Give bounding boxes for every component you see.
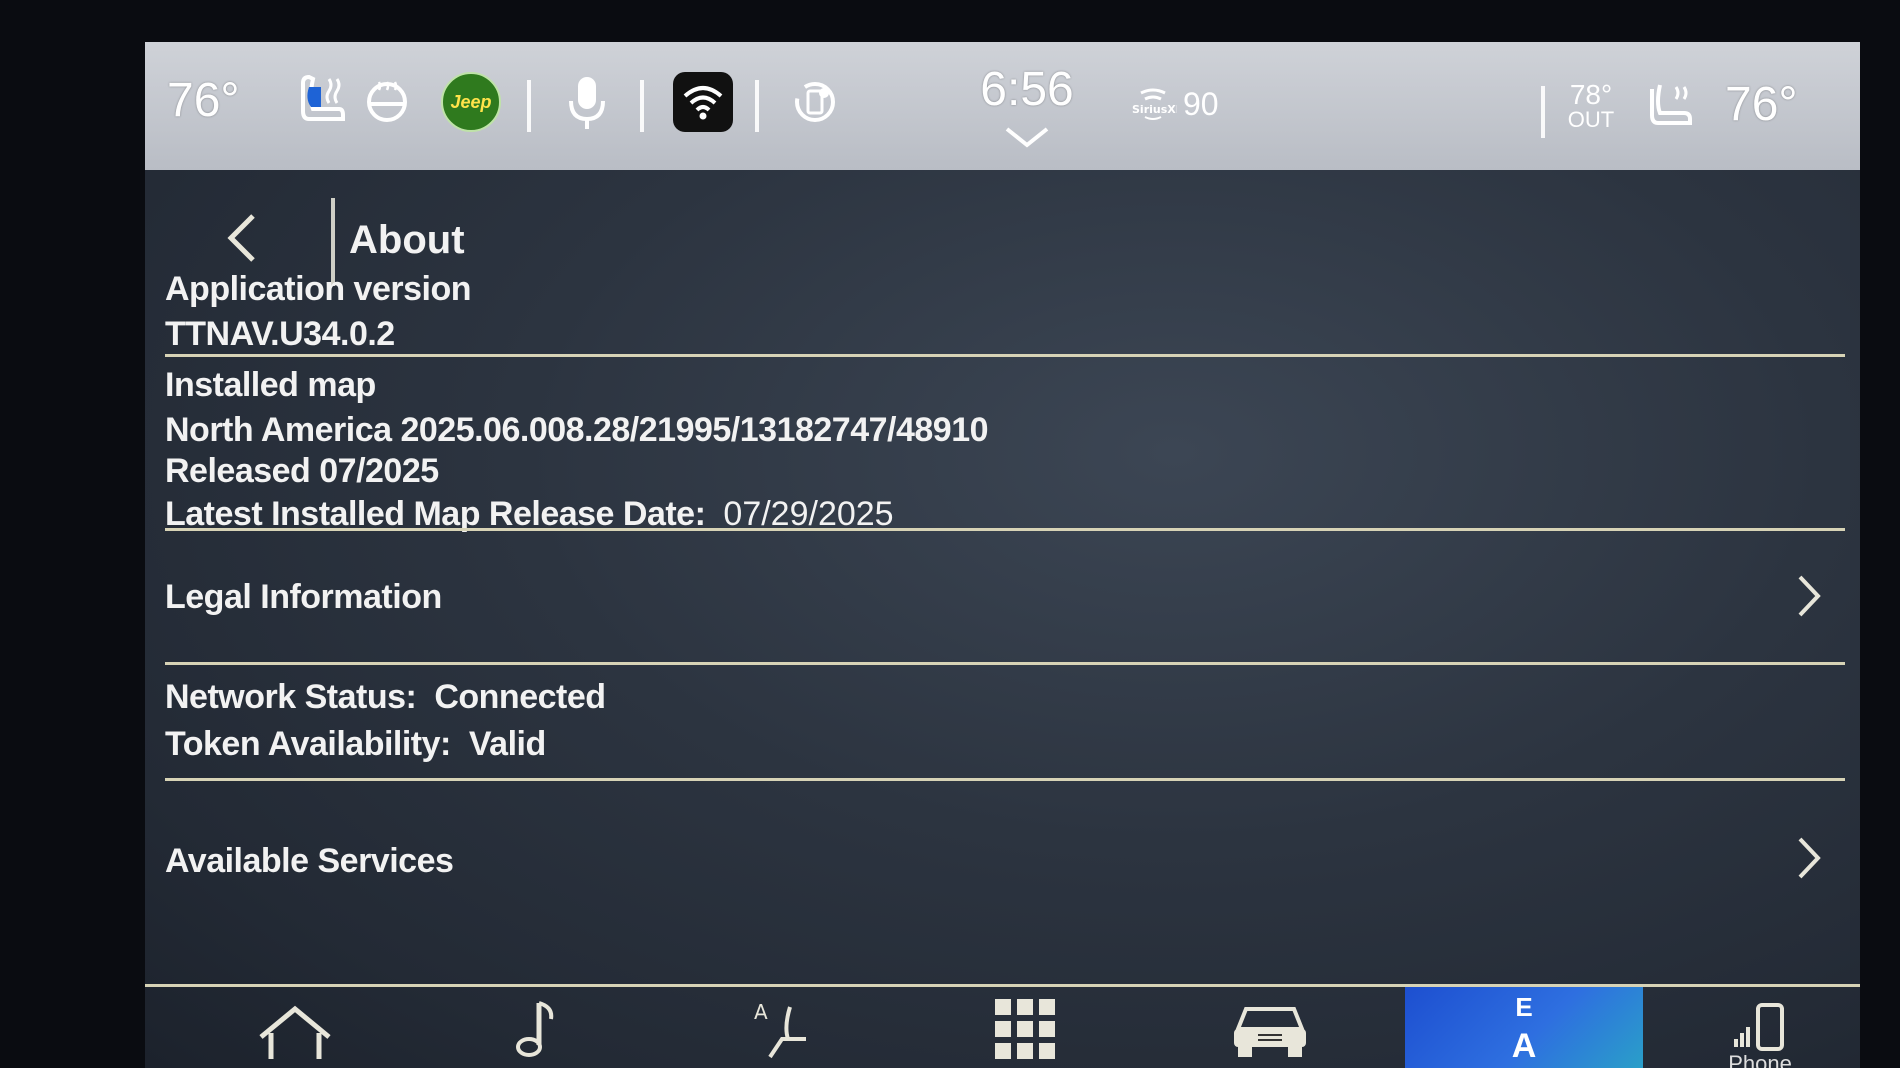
nav-home-button[interactable] [205, 987, 385, 1068]
microphone-icon[interactable] [557, 70, 617, 136]
section-divider [165, 528, 1845, 531]
network-status-row: Network Status: Connected [165, 678, 1845, 717]
nav-media-button[interactable] [445, 987, 625, 1068]
nav-apps-button[interactable] [935, 987, 1115, 1068]
seat-climate-icon: A [754, 1000, 806, 1059]
token-availability-value: Valid [468, 725, 546, 763]
wifi-hotspot-icon[interactable] [673, 72, 733, 132]
app-version-section: Application version TTNAV.U34.0.2 [165, 270, 1845, 354]
nav-comfort-button[interactable]: A [690, 987, 870, 1068]
installed-map-section: Installed map North America 2025.06.008.… [165, 366, 1845, 534]
svg-text:A: A [754, 1000, 768, 1024]
satellite-radio-status[interactable]: SiriusXM 90 [1131, 84, 1219, 124]
outside-temperature: 78° OUT [1561, 76, 1621, 136]
section-divider [165, 778, 1845, 781]
app-version-value: TTNAV.U34.0.2 [165, 315, 395, 353]
connected-services-icon[interactable] [785, 72, 845, 132]
map-name-value: North America 2025.06.008.28/21995/13182… [165, 411, 989, 449]
status-bar: 76° Jeep 6:56 SiriusX 90 78° OUT 76° [145, 42, 1860, 170]
phone-label: Phone [1728, 1051, 1792, 1068]
jeep-badge-button[interactable]: Jeep [441, 72, 501, 132]
map-released-value: Released 07/2025 [165, 452, 439, 490]
music-note-icon [516, 1001, 554, 1057]
heated-steering-wheel-icon[interactable] [363, 78, 411, 126]
installed-map-label: Installed map [165, 366, 376, 404]
outside-temp-value: 78° [1569, 79, 1613, 110]
token-availability-label: Token Availability: [165, 725, 451, 763]
driver-temperature[interactable]: 76° [167, 68, 240, 132]
nav-vehicle-button[interactable] [1180, 987, 1360, 1068]
nav-navigation-button[interactable]: E A [1405, 987, 1643, 1068]
legal-information-row[interactable]: Legal Information [165, 532, 1845, 660]
token-availability-row: Token Availability: Valid [165, 725, 1845, 764]
heated-seat-icon[interactable] [297, 72, 353, 132]
legal-information-label: Legal Information [165, 578, 442, 616]
network-status-section: Network Status: Connected Token Availabi… [165, 678, 1845, 764]
svg-text:SiriusXM: SiriusXM [1132, 103, 1177, 116]
chevron-right-icon [1791, 830, 1827, 886]
vehicle-icon [1234, 1007, 1306, 1057]
jeep-badge-label: Jeep [450, 91, 492, 112]
compass-heading: E [1515, 992, 1533, 1022]
siriusxm-icon: SiriusXM [1132, 88, 1177, 120]
section-divider [165, 662, 1845, 665]
section-divider [165, 354, 1845, 357]
nav-phone-button[interactable]: Phone [1675, 987, 1845, 1068]
app-version-label: Application version [165, 270, 472, 308]
network-status-label: Network Status: [165, 678, 417, 716]
available-services-row[interactable]: Available Services [165, 782, 1845, 972]
page-title: About [349, 218, 465, 262]
infotainment-screen: 76° Jeep 6:56 SiriusX 90 78° OUT 76° Abo… [145, 42, 1860, 1068]
back-button[interactable] [205, 202, 277, 274]
home-icon [259, 1005, 331, 1059]
apps-grid-icon [995, 999, 1055, 1059]
chevron-left-icon [227, 214, 255, 262]
passenger-heated-seat-icon[interactable] [1647, 78, 1699, 134]
phone-icon [1734, 1003, 1784, 1051]
bottom-navigation-bar: A E A Phone [145, 984, 1860, 1068]
navigation-arrow-icon: A [1511, 1027, 1537, 1065]
chevron-down-icon[interactable] [1001, 122, 1053, 152]
clock[interactable]: 6:56 [967, 58, 1087, 120]
network-status-value: Connected [434, 678, 606, 716]
outside-temp-label: OUT [1567, 107, 1615, 132]
available-services-label: Available Services [165, 842, 454, 880]
chevron-right-icon [1791, 568, 1827, 624]
radio-channel: 90 [1183, 85, 1219, 122]
passenger-temperature[interactable]: 76° [1725, 72, 1798, 136]
